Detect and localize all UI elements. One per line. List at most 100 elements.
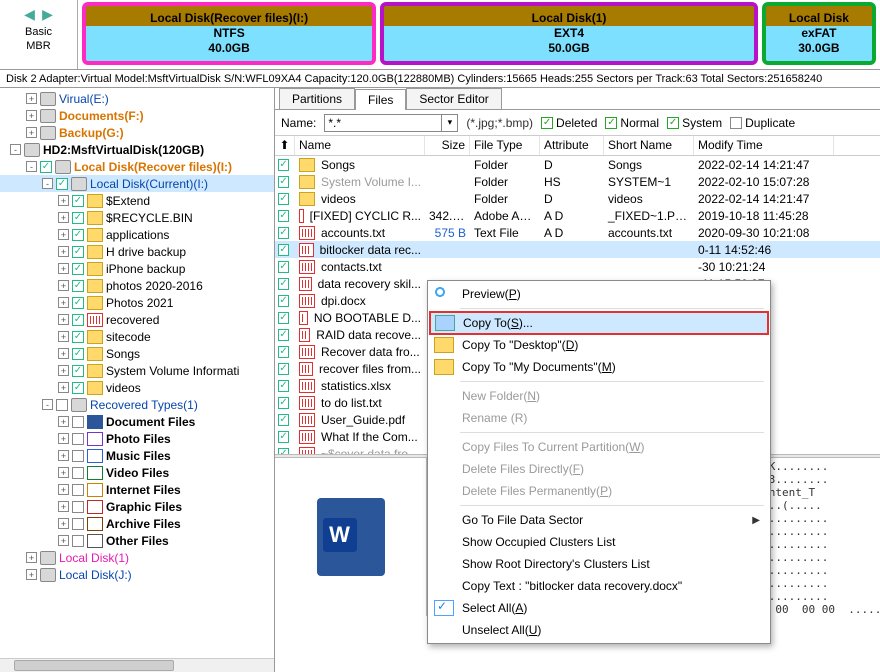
- tree-item[interactable]: +✓H drive backup: [0, 243, 274, 260]
- file-row[interactable]: ✓System Volume I...FolderHSSYSTEM~12022-…: [275, 173, 880, 190]
- col-size[interactable]: Size: [425, 136, 470, 155]
- tree-item[interactable]: +Archive Files: [0, 515, 274, 532]
- tree-item[interactable]: +✓Photos 2021: [0, 294, 274, 311]
- file-checkbox[interactable]: ✓: [278, 261, 288, 273]
- tree-item[interactable]: -HD2:MsftVirtualDisk(120GB): [0, 141, 274, 158]
- expand-icon[interactable]: +: [58, 331, 69, 342]
- file-checkbox[interactable]: ✓: [278, 448, 288, 455]
- tree-item[interactable]: +Local Disk(J:): [0, 566, 274, 583]
- tree-item[interactable]: +Photo Files: [0, 430, 274, 447]
- tree-checkbox[interactable]: ✓: [72, 348, 84, 360]
- ctx-show-root-clusters[interactable]: Show Root Directory's Clusters List: [430, 553, 768, 575]
- ctx-rename[interactable]: Rename (R): [430, 407, 768, 429]
- ctx-show-clusters[interactable]: Show Occupied Clusters List: [430, 531, 768, 553]
- tree-item[interactable]: -✓Local Disk(Recover files)(I:): [0, 158, 274, 175]
- expand-icon[interactable]: +: [58, 297, 69, 308]
- expand-icon[interactable]: -: [26, 161, 37, 172]
- tree-item[interactable]: -✓Local Disk(Current)(I:): [0, 175, 274, 192]
- ctx-copy-to[interactable]: Copy To(S)...: [430, 312, 768, 334]
- expand-icon[interactable]: +: [26, 127, 37, 138]
- tree-item[interactable]: +Backup(G:): [0, 124, 274, 141]
- file-checkbox[interactable]: ✓: [278, 397, 288, 409]
- tree-checkbox[interactable]: [72, 467, 84, 479]
- ctx-unselect-all[interactable]: Unselect All(U): [430, 619, 768, 641]
- tree-checkbox[interactable]: [72, 433, 84, 445]
- file-checkbox[interactable]: ✓: [278, 159, 288, 171]
- tab-partitions[interactable]: Partitions: [279, 88, 355, 109]
- ctx-preview[interactable]: Preview(P): [430, 283, 768, 305]
- expand-icon[interactable]: -: [10, 144, 21, 155]
- file-checkbox[interactable]: ✓: [278, 295, 288, 307]
- expand-icon[interactable]: +: [58, 450, 69, 461]
- col-shortname[interactable]: Short Name: [604, 136, 694, 155]
- tab-files[interactable]: Files: [355, 89, 406, 110]
- tree-checkbox[interactable]: ✓: [72, 280, 84, 292]
- expand-icon[interactable]: +: [58, 246, 69, 257]
- filter-deleted-checkbox[interactable]: ✓Deleted: [541, 116, 597, 130]
- expand-icon[interactable]: +: [26, 93, 37, 104]
- col-filetype[interactable]: File Type: [470, 136, 540, 155]
- ctx-copy-desktop[interactable]: Copy To "Desktop"(D): [430, 334, 768, 356]
- expand-icon[interactable]: +: [58, 195, 69, 206]
- tree-checkbox[interactable]: ✓: [72, 229, 84, 241]
- tree-item[interactable]: +Local Disk(1): [0, 549, 274, 566]
- file-row[interactable]: ✓accounts.txt575 BText FileA Daccounts.t…: [275, 224, 880, 241]
- tree-item[interactable]: +✓$RECYCLE.BIN: [0, 209, 274, 226]
- ctx-delete-permanently[interactable]: Delete Files Permanently(P): [430, 480, 768, 502]
- tree-checkbox[interactable]: [56, 399, 68, 411]
- expand-icon[interactable]: +: [58, 348, 69, 359]
- filter-pattern-input[interactable]: [324, 114, 442, 132]
- file-checkbox[interactable]: ✓: [278, 380, 288, 392]
- tree-scrollbar[interactable]: [0, 658, 274, 672]
- prev-disk-icon[interactable]: ◀: [22, 6, 38, 22]
- ctx-new-folder[interactable]: New Folder(N): [430, 385, 768, 407]
- expand-icon[interactable]: +: [58, 382, 69, 393]
- tree-item[interactable]: +Documents(F:): [0, 107, 274, 124]
- directory-tree[interactable]: +Virual(E:)+Documents(F:)+Backup(G:)-HD2…: [0, 88, 275, 672]
- ctx-copy-current-partition[interactable]: Copy Files To Current Partition(W): [430, 436, 768, 458]
- tree-checkbox[interactable]: ✓: [40, 161, 52, 173]
- expand-icon[interactable]: +: [58, 518, 69, 529]
- expand-icon[interactable]: +: [58, 501, 69, 512]
- next-disk-icon[interactable]: ▶: [40, 6, 56, 22]
- expand-icon[interactable]: +: [26, 110, 37, 121]
- tree-checkbox[interactable]: ✓: [56, 178, 68, 190]
- expand-icon[interactable]: +: [58, 365, 69, 376]
- file-checkbox[interactable]: ✓: [278, 431, 288, 443]
- file-checkbox[interactable]: ✓: [278, 329, 288, 341]
- expand-icon[interactable]: +: [58, 263, 69, 274]
- file-checkbox[interactable]: ✓: [278, 346, 288, 358]
- tree-checkbox[interactable]: [72, 501, 84, 513]
- file-checkbox[interactable]: ✓: [278, 414, 288, 426]
- tree-item[interactable]: +✓Songs: [0, 345, 274, 362]
- expand-icon[interactable]: +: [58, 484, 69, 495]
- filter-pattern-dropdown[interactable]: ▾: [442, 114, 458, 132]
- tree-checkbox[interactable]: ✓: [72, 263, 84, 275]
- file-row[interactable]: ✓[FIXED] CYCLIC R...342.4...Adobe Acr...…: [275, 207, 880, 224]
- tree-checkbox[interactable]: ✓: [72, 382, 84, 394]
- ctx-copy-mydocs[interactable]: Copy To "My Documents"(M): [430, 356, 768, 378]
- expand-icon[interactable]: +: [58, 535, 69, 546]
- file-checkbox[interactable]: ✓: [278, 176, 288, 188]
- tree-checkbox[interactable]: [72, 484, 84, 496]
- tree-checkbox[interactable]: ✓: [72, 314, 84, 326]
- tree-item[interactable]: +✓iPhone backup: [0, 260, 274, 277]
- file-checkbox[interactable]: ✓: [278, 363, 288, 375]
- expand-icon[interactable]: -: [42, 399, 53, 410]
- file-row[interactable]: ✓bitlocker data rec...0-11 14:52:46: [275, 241, 880, 258]
- tree-checkbox[interactable]: ✓: [72, 195, 84, 207]
- ctx-delete-directly[interactable]: Delete Files Directly(F): [430, 458, 768, 480]
- tree-checkbox[interactable]: [72, 450, 84, 462]
- tree-item[interactable]: +✓sitecode: [0, 328, 274, 345]
- filter-duplicate-checkbox[interactable]: ✓Duplicate: [730, 116, 795, 130]
- col-up-icon[interactable]: ⬆: [275, 136, 295, 155]
- tree-checkbox[interactable]: [72, 416, 84, 428]
- expand-icon[interactable]: +: [58, 433, 69, 444]
- tree-item[interactable]: -Recovered Types(1): [0, 396, 274, 413]
- tree-checkbox[interactable]: [72, 518, 84, 530]
- file-row[interactable]: ✓videosFolderDvideos2022-02-14 14:21:47: [275, 190, 880, 207]
- ctx-goto-sector[interactable]: Go To File Data Sector▶: [430, 509, 768, 531]
- tree-item[interactable]: +Graphic Files: [0, 498, 274, 515]
- col-modifytime[interactable]: Modify Time: [694, 136, 834, 155]
- tree-checkbox[interactable]: ✓: [72, 212, 84, 224]
